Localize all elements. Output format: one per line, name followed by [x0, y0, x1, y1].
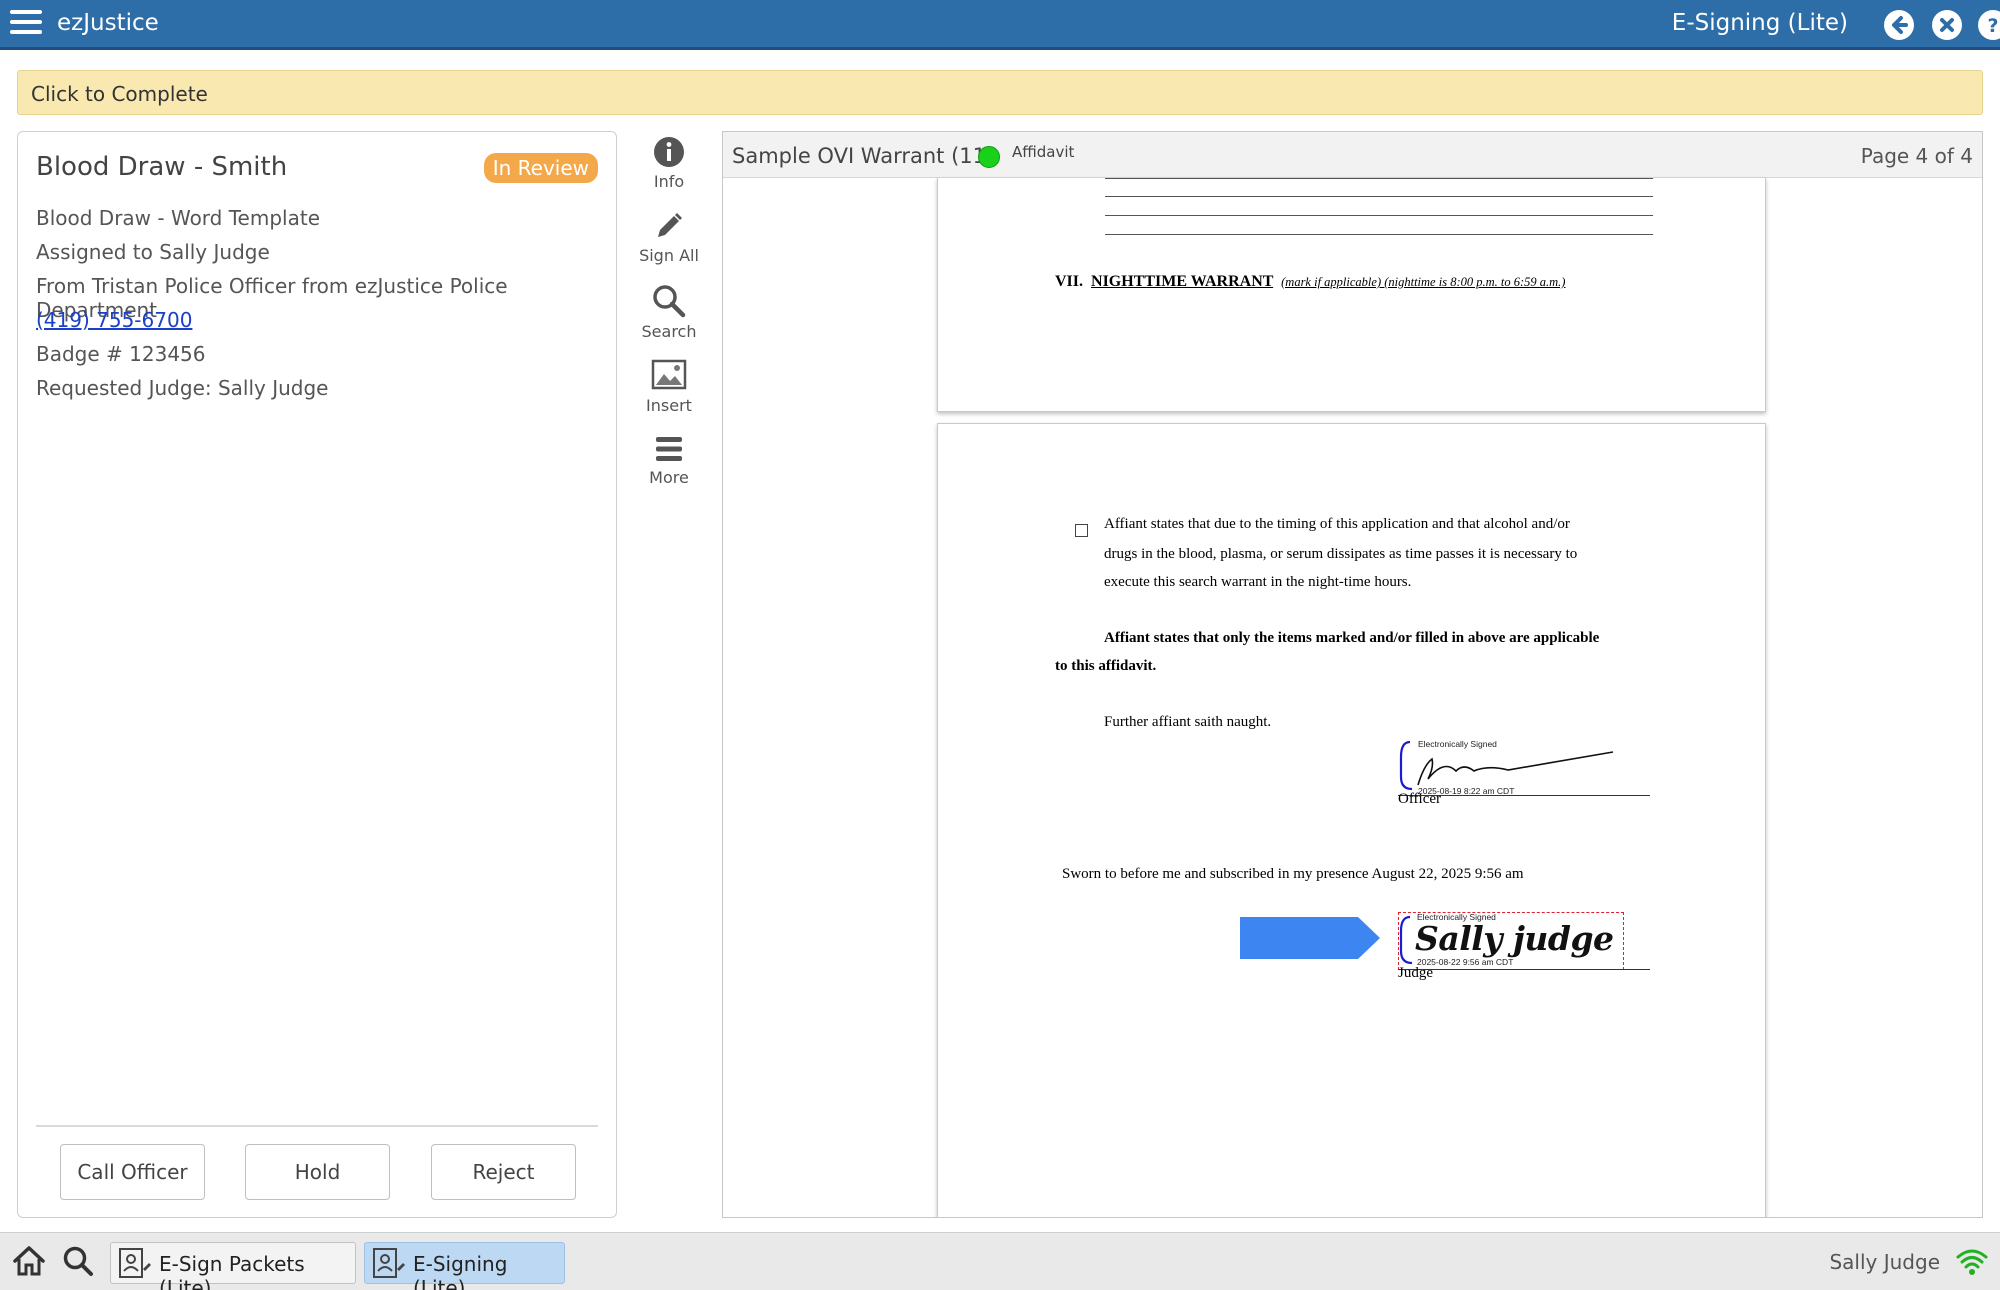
document-user-icon — [373, 1248, 405, 1278]
section-title: NIGHTTIME WARRANT — [1091, 273, 1274, 290]
info-label: Info — [653, 172, 685, 191]
wifi-icon — [1956, 1249, 1988, 1275]
search-label: Search — [641, 322, 697, 341]
home-icon[interactable] — [12, 1245, 46, 1277]
blank-line — [1105, 215, 1653, 216]
sworn-text: Sworn to before me and subscribed in my … — [1062, 866, 1524, 882]
svg-text:?: ? — [1987, 15, 1998, 37]
info-tool[interactable]: Info — [629, 136, 709, 191]
requested-judge: Requested Judge: Sally Judge — [36, 376, 329, 400]
pencil-icon — [658, 213, 682, 237]
nighttime-checkbox[interactable] — [1075, 524, 1088, 537]
section-number: VII. — [1055, 273, 1084, 290]
signature-line — [1398, 969, 1650, 970]
document-viewer[interactable]: Sample OVI Warrant (11) Affidavit Page 4… — [722, 131, 1983, 1218]
search-icon[interactable] — [62, 1245, 94, 1277]
document-page: Affiant states that due to the timing of… — [937, 423, 1766, 1217]
document-type-label: Affidavit — [1012, 143, 1075, 161]
affidavit-text: execute this search warrant in the night… — [1104, 574, 1412, 590]
blank-line — [1105, 196, 1653, 197]
hold-button[interactable]: Hold — [245, 1144, 390, 1200]
search-tool[interactable]: Search — [629, 284, 709, 341]
mode-title: E-Signing (Lite) — [1671, 10, 1848, 36]
more-tool[interactable]: More — [629, 434, 709, 487]
more-icon — [656, 437, 682, 461]
task-esigning[interactable]: E-Signing (Lite) — [364, 1242, 565, 1290]
affidavit-bold-text: Affiant states that only the items marke… — [1104, 630, 1600, 646]
phone-link[interactable]: (419) 755-6700 — [36, 308, 192, 332]
request-details-panel: Blood Draw - Smith In Review Blood Draw … — [17, 131, 617, 1218]
status-dot-icon — [978, 146, 1000, 168]
section-heading: VII. NIGHTTIME WARRANT (mark if applicab… — [1055, 273, 1565, 291]
blank-line — [1105, 234, 1653, 235]
taskbar: E-Sign Packets (Lite) E-Signing (Lite) S… — [0, 1232, 2000, 1290]
task-label: E-Sign Packets (Lite) — [159, 1252, 305, 1290]
judge-signature-name: Sally judge — [1415, 919, 1614, 958]
further-text: Further affiant saith naught. — [1104, 714, 1272, 730]
affidavit-text: drugs in the blood, plasma, or serum dis… — [1104, 546, 1578, 562]
user-name: Sally Judge — [1829, 1250, 1940, 1274]
reject-button[interactable]: Reject — [431, 1144, 576, 1200]
menu-icon[interactable] — [10, 10, 42, 40]
viewer-header: Sample OVI Warrant (11) Affidavit Page 4… — [723, 132, 1982, 178]
app-title: ezJustice — [57, 10, 159, 36]
image-icon — [651, 359, 687, 390]
page-indicator: Page 4 of 4 — [1860, 144, 1973, 168]
document-page: VII. NIGHTTIME WARRANT (mark if applicab… — [937, 178, 1766, 412]
template-name: Blood Draw - Word Template — [36, 206, 320, 230]
task-esign-packets[interactable]: E-Sign Packets (Lite) — [110, 1242, 356, 1290]
search-icon — [653, 285, 686, 318]
document-user-icon — [119, 1248, 151, 1278]
divider — [36, 1125, 598, 1127]
affidavit-text: Affiant states that due to the timing of… — [1104, 516, 1570, 532]
document-name: Sample OVI Warrant (11) — [732, 144, 995, 168]
insert-label: Insert — [646, 396, 692, 415]
top-bar: ezJustice E-Signing (Lite) ? — [0, 0, 2000, 50]
status-badge: In Review — [483, 153, 598, 183]
back-icon[interactable] — [1884, 10, 1914, 40]
judge-label: Judge — [1398, 965, 1433, 981]
task-label: E-Signing (Lite) — [413, 1252, 508, 1290]
assigned-to: Assigned to Sally Judge — [36, 240, 270, 264]
blank-line — [1105, 178, 1653, 179]
sign-here-arrow-icon — [1240, 917, 1380, 959]
section-note: (mark if applicable) (nighttime is 8:00 … — [1281, 275, 1566, 289]
insert-tool[interactable]: Insert — [629, 358, 709, 415]
badge-number: Badge # 123456 — [36, 342, 206, 366]
affidavit-bold-text: to this affidavit. — [1055, 658, 1157, 674]
signature-header: Electronically Signed — [1418, 739, 1497, 749]
call-officer-button[interactable]: Call Officer — [60, 1144, 205, 1200]
sign-all-tool[interactable]: Sign All — [629, 210, 709, 265]
info-icon — [654, 137, 684, 167]
click-to-complete-banner[interactable]: Click to Complete — [17, 70, 1983, 115]
more-label: More — [649, 468, 689, 487]
sign-all-label: Sign All — [639, 246, 699, 265]
help-icon[interactable]: ? — [1978, 10, 2000, 40]
officer-label: Officer — [1398, 791, 1442, 807]
close-icon[interactable] — [1932, 10, 1962, 40]
request-title: Blood Draw - Smith — [36, 152, 288, 182]
